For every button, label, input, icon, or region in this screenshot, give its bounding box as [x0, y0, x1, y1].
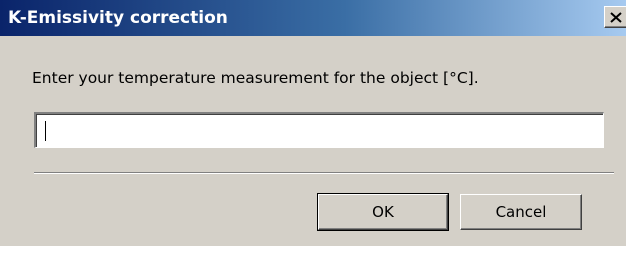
emissivity-dialog: K-Emissivity correction Enter your tempe…: [0, 0, 626, 246]
ok-button[interactable]: OK: [317, 193, 449, 231]
temperature-input[interactable]: [34, 112, 604, 148]
close-button[interactable]: [604, 6, 626, 28]
cancel-button[interactable]: Cancel: [460, 194, 582, 230]
separator-line: [34, 172, 614, 174]
title-bar[interactable]: K-Emissivity correction: [0, 0, 626, 36]
prompt-label: Enter your temperature measurement for t…: [32, 69, 479, 87]
window-title: K-Emissivity correction: [8, 8, 228, 28]
text-caret: [45, 121, 46, 141]
close-icon: [610, 11, 622, 23]
